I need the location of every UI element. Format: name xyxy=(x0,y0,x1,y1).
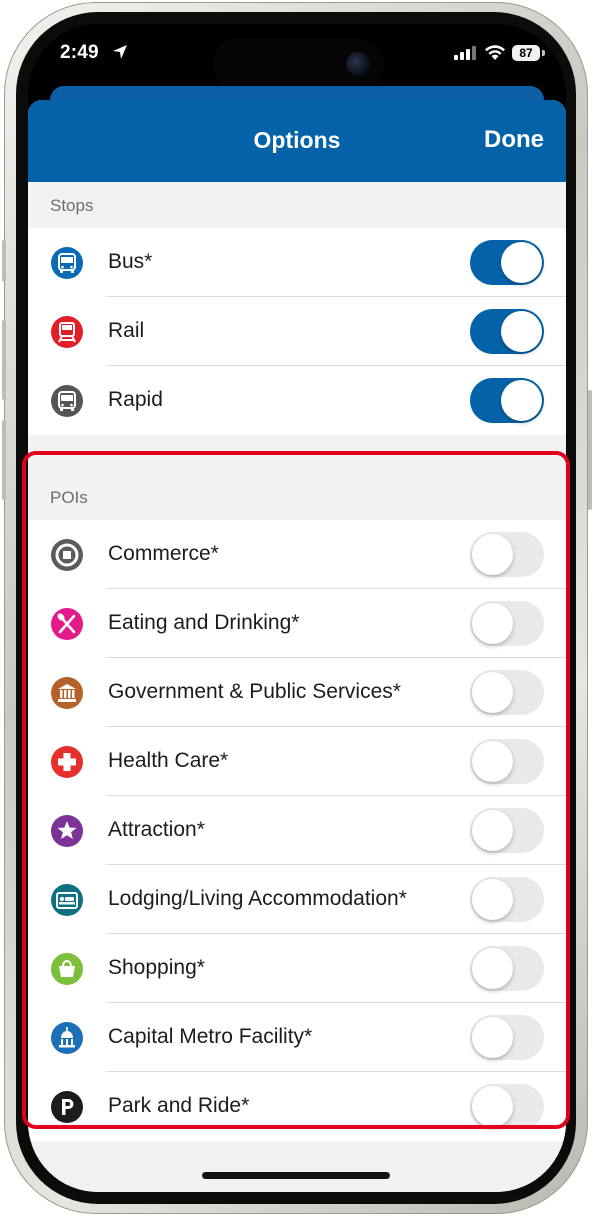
side-button-action xyxy=(2,240,6,282)
list-item-attraction[interactable]: Attraction* xyxy=(28,796,566,865)
shopping-toggle[interactable] xyxy=(470,946,544,991)
shopping-bag-icon xyxy=(51,953,83,985)
section-header-stops: Stops xyxy=(28,182,566,228)
toggle-knob xyxy=(501,380,542,421)
list-item-lodging[interactable]: Lodging/Living Accommodation* xyxy=(28,865,566,934)
rail-toggle[interactable] xyxy=(470,309,544,354)
bottom-area xyxy=(28,1144,566,1192)
item-label: Park and Ride* xyxy=(108,1094,250,1117)
toggle-knob xyxy=(472,1017,513,1058)
cellular-signal-icon xyxy=(454,46,476,60)
side-button-volume-up xyxy=(2,320,6,400)
section-header-label: POIs xyxy=(50,488,88,507)
list-item-health-care[interactable]: Health Care* xyxy=(28,727,566,796)
item-label: Health Care* xyxy=(108,749,229,772)
commerce-toggle[interactable] xyxy=(470,532,544,577)
item-label: Commerce* xyxy=(108,542,219,565)
health-cross-icon xyxy=(51,746,83,778)
section-header-pois: POIs xyxy=(28,474,566,520)
capitol-dome-icon xyxy=(51,1022,83,1054)
nav-bar: Options Done xyxy=(28,100,566,182)
fork-knife-icon xyxy=(51,608,83,640)
lodging-toggle[interactable] xyxy=(470,877,544,922)
item-label: Bus* xyxy=(108,250,153,273)
item-label: Government & Public Services* xyxy=(108,680,401,703)
capital-metro-toggle[interactable] xyxy=(470,1015,544,1060)
toggle-knob xyxy=(472,948,513,989)
bus-icon xyxy=(51,247,83,279)
toggle-knob xyxy=(472,810,513,851)
item-label: Attraction* xyxy=(108,818,205,841)
list-item-rapid[interactable]: Rapid xyxy=(28,366,566,435)
section-header-label: Stops xyxy=(50,196,94,215)
wifi-icon xyxy=(485,45,505,60)
item-label: Lodging/Living Accommodation* xyxy=(108,887,407,910)
rapid-toggle[interactable] xyxy=(470,378,544,423)
done-button[interactable]: Done xyxy=(484,126,544,154)
health-care-toggle[interactable] xyxy=(470,739,544,784)
status-time: 2:49 xyxy=(60,42,99,63)
toggle-knob xyxy=(472,534,513,575)
bed-icon xyxy=(51,884,83,916)
list-item-bus[interactable]: Bus* xyxy=(28,228,566,297)
list-item-eating-drinking[interactable]: Eating and Drinking* xyxy=(28,589,566,658)
list-item-park-and-ride[interactable]: Park and Ride* xyxy=(28,1072,566,1141)
side-button-power xyxy=(588,390,592,510)
location-arrow-icon xyxy=(113,45,127,59)
item-label: Shopping* xyxy=(108,956,205,979)
bus-toggle[interactable] xyxy=(470,240,544,285)
toggle-knob xyxy=(472,603,513,644)
phone-screen: 2:49 87 Options Done Stops Bus* Rail Rap… xyxy=(28,24,566,1192)
item-label: Eating and Drinking* xyxy=(108,611,300,634)
attraction-toggle[interactable] xyxy=(470,808,544,853)
home-indicator[interactable] xyxy=(202,1172,390,1179)
list-item-government[interactable]: Government & Public Services* xyxy=(28,658,566,727)
government-toggle[interactable] xyxy=(470,670,544,715)
options-sheet: Options Done Stops Bus* Rail Rapid POIs … xyxy=(28,100,566,1192)
item-label: Rapid xyxy=(108,388,163,411)
battery-indicator: 87 xyxy=(512,45,540,61)
list-item-rail[interactable]: Rail xyxy=(28,297,566,366)
parking-icon xyxy=(51,1091,83,1123)
rail-icon xyxy=(51,316,83,348)
toggle-knob xyxy=(472,672,513,713)
toggle-knob xyxy=(501,311,542,352)
government-building-icon xyxy=(51,677,83,709)
park-and-ride-toggle[interactable] xyxy=(470,1084,544,1129)
item-label: Capital Metro Facility* xyxy=(108,1025,313,1048)
star-icon xyxy=(51,815,83,847)
side-button-volume-down xyxy=(2,420,6,500)
list-item-capital-metro[interactable]: Capital Metro Facility* xyxy=(28,1003,566,1072)
list-item-shopping[interactable]: Shopping* xyxy=(28,934,566,1003)
toggle-knob xyxy=(472,741,513,782)
commerce-icon xyxy=(51,539,83,571)
eating-drinking-toggle[interactable] xyxy=(470,601,544,646)
toggle-knob xyxy=(472,1086,513,1127)
list-item-commerce[interactable]: Commerce* xyxy=(28,520,566,589)
item-label: Rail xyxy=(108,319,145,342)
camera-icon xyxy=(346,52,370,76)
toggle-knob xyxy=(501,242,542,283)
battery-tip xyxy=(542,50,545,56)
toggle-knob xyxy=(472,879,513,920)
rapid-bus-icon xyxy=(51,385,83,417)
